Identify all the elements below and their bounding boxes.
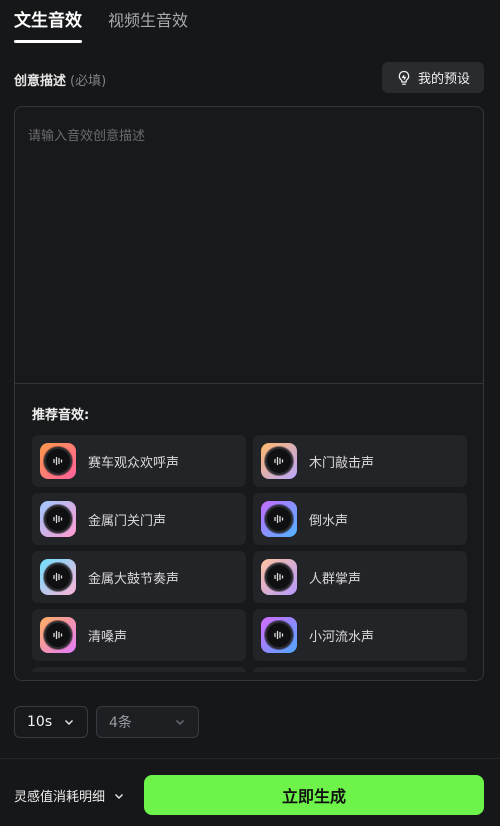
bottom-divider <box>0 758 500 759</box>
sound-thumbnail <box>261 443 297 479</box>
vinyl-disc-icon <box>265 563 293 591</box>
recommended-item[interactable]: 人群掌声 <box>253 551 467 603</box>
recommended-item-label: 赛车观众欢呼声 <box>88 455 180 471</box>
vinyl-disc-icon <box>44 447 72 475</box>
recommended-grid: 赛车观众欢呼声 木门敲击声金属门关门声 倒水声金属大鼓节奏声 人群掌声清嗓声 小河流水声 <box>32 435 468 680</box>
sound-thumbnail <box>261 617 297 653</box>
recommended-item[interactable]: 清嗓声 <box>32 609 246 661</box>
tab-text-to-sfx[interactable]: 文生音效 <box>14 6 82 43</box>
waveform-icon <box>274 456 284 466</box>
waveform-icon <box>274 572 284 582</box>
waveform-icon <box>53 572 63 582</box>
recommended-item-label: 金属门关门声 <box>88 513 167 529</box>
my-presets-button[interactable]: 我的预设 <box>382 62 484 93</box>
recommended-item[interactable]: 赛车观众欢呼声 <box>32 435 246 487</box>
recommended-item-label: 人群掌声 <box>309 571 362 587</box>
count-value: 4条 <box>109 715 132 731</box>
panel-divider <box>15 383 483 384</box>
recommended-item[interactable]: 金属大鼓节奏声 <box>32 551 246 603</box>
recommended-title: 推荐音效: <box>32 408 90 423</box>
cost-detail-label: 灵感值消耗明细 <box>14 790 106 805</box>
recommended-item-label: 清嗓声 <box>88 629 128 645</box>
description-label-row: 创意描述 (必填) <box>14 70 106 89</box>
vinyl-disc-icon <box>265 621 293 649</box>
vinyl-disc-icon <box>44 563 72 591</box>
sound-thumbnail <box>261 559 297 595</box>
recommended-item-label: 倒水声 <box>309 513 349 529</box>
sound-thumbnail <box>261 501 297 537</box>
description-panel: 推荐音效: 赛车观众欢呼声 木门敲击声金属门关门声 倒水声金属大鼓节奏声 人群掌声清嗓… <box>14 106 484 681</box>
count-select[interactable]: 4条 <box>96 706 199 738</box>
waveform-icon <box>53 456 63 466</box>
recommended-item-label: 金属大鼓节奏声 <box>88 571 180 587</box>
vinyl-disc-icon <box>44 621 72 649</box>
required-hint: (必填) <box>70 74 107 89</box>
description-label: 创意描述 <box>14 74 67 89</box>
vinyl-disc-icon <box>44 505 72 533</box>
duration-select[interactable]: 10s <box>14 706 88 738</box>
vinyl-disc-icon <box>265 505 293 533</box>
chevron-down-icon <box>115 793 124 799</box>
cost-detail-toggle[interactable]: 灵感值消耗明细 <box>14 786 125 805</box>
sound-effect-page: 文生音效 视频生音效 创意描述(必填) 我的预设 推荐音效: 赛车观众欢呼声 木门… <box>0 0 500 826</box>
waveform-icon <box>53 630 63 640</box>
recommended-item[interactable]: 金属门关门声 <box>32 493 246 545</box>
mode-tabs: 文生音效 视频生音效 <box>14 6 188 43</box>
sound-thumbnail <box>40 559 76 595</box>
waveform-icon <box>53 514 63 524</box>
generate-button[interactable]: 立即生成 <box>144 775 484 815</box>
recommended-item-label: 小河流水声 <box>309 629 375 645</box>
tab-video-to-sfx[interactable]: 视频生音效 <box>108 7 188 43</box>
lightbulb-icon <box>398 70 410 85</box>
chevron-down-icon <box>65 720 73 725</box>
recommended-item[interactable]: 小河流水声 <box>253 609 467 661</box>
description-input[interactable] <box>15 107 483 383</box>
duration-value: 10s <box>27 714 53 730</box>
sound-thumbnail <box>40 443 76 479</box>
my-presets-label: 我的预设 <box>417 72 470 87</box>
chevron-down-icon <box>176 720 184 725</box>
sound-thumbnail <box>40 501 76 537</box>
waveform-icon <box>274 630 284 640</box>
recommended-item[interactable]: 倒水声 <box>253 493 467 545</box>
recommended-item[interactable]: 木门敲击声 <box>253 435 467 487</box>
recommended-item-label: 木门敲击声 <box>309 455 375 471</box>
waveform-icon <box>274 514 284 524</box>
sound-thumbnail <box>40 617 76 653</box>
vinyl-disc-icon <box>265 447 293 475</box>
panel-bottom-fade <box>15 672 483 680</box>
